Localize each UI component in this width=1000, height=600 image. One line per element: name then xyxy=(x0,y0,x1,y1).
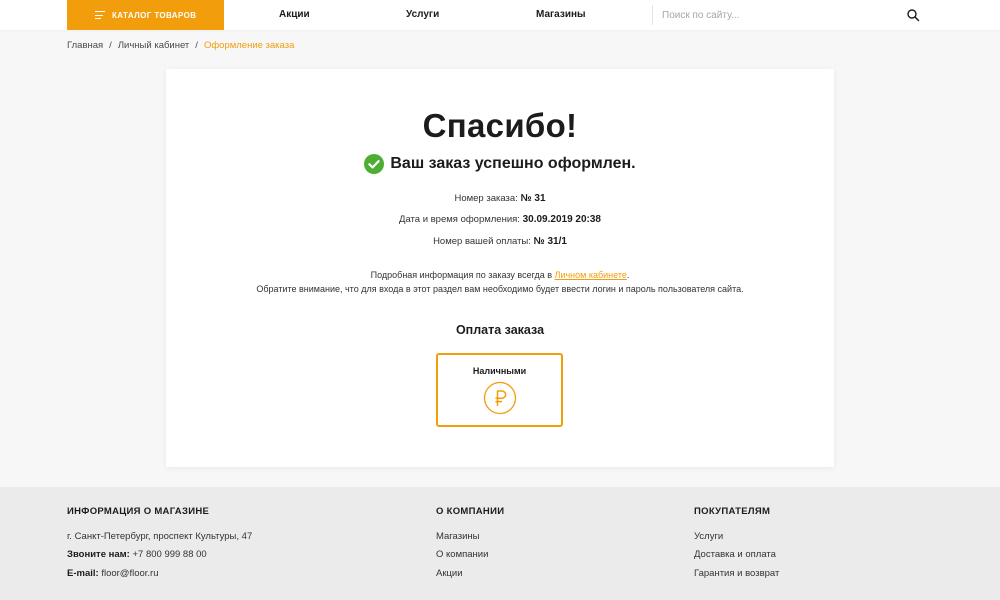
footer-email-value[interactable]: floor@floor.ru xyxy=(101,568,158,579)
footer-company: О КОМПАНИИ Магазины О компании Акции xyxy=(436,506,636,596)
order-number-row: Номер заказа: № 31 xyxy=(166,193,834,204)
order-number-value: № 31 xyxy=(520,193,546,204)
footer-company-title: О КОМПАНИИ xyxy=(436,506,505,517)
footer-email: E-mail: floor@floor.ru xyxy=(67,568,159,579)
breadcrumb-separator: / xyxy=(109,39,112,51)
account-note: Подробная информация по заказу всегда в … xyxy=(166,270,834,280)
footer-link-warranty[interactable]: Гарантия и возврат xyxy=(694,568,779,579)
check-circle-icon xyxy=(364,154,385,174)
footer-store-title: ИНФОРМАЦИЯ О МАГАЗИНЕ xyxy=(67,506,210,517)
breadcrumb-account[interactable]: Личный кабинет xyxy=(118,40,189,51)
breadcrumb-separator: / xyxy=(195,39,198,51)
order-date-value: 30.09.2019 20:38 xyxy=(522,214,601,225)
footer-link-delivery[interactable]: Доставка и оплата xyxy=(694,549,776,560)
footer-store-info: ИНФОРМАЦИЯ О МАГАЗИНЕ г. Санкт-Петербург… xyxy=(67,506,407,596)
catalog-button-label: КАТАЛОГ ТОВАРОВ xyxy=(112,10,197,20)
order-number-label: Номер заказа: xyxy=(454,193,518,204)
site-footer: ИНФОРМАЦИЯ О МАГАЗИНЕ г. Санкт-Петербург… xyxy=(0,487,1000,600)
search-box xyxy=(652,5,933,25)
nav-link-promotions[interactable]: Акции xyxy=(279,0,310,30)
order-date-row: Дата и время оформления: 30.09.2019 20:3… xyxy=(166,214,834,225)
footer-link-stores[interactable]: Магазины xyxy=(436,531,479,542)
footer-phone-value[interactable]: +7 800 999 88 00 xyxy=(132,549,206,560)
catalog-button[interactable]: КАТАЛОГ ТОВАРОВ xyxy=(67,0,224,30)
login-note: Обратите внимание, что для входа в этот … xyxy=(256,284,744,294)
site-header: КАТАЛОГ ТОВАРОВ Акции Услуги Магазины xyxy=(0,0,1000,30)
account-note-suffix: . xyxy=(626,270,630,280)
payment-number-label: Номер вашей оплаты: xyxy=(433,236,531,247)
payment-number-row: Номер вашей оплаты: № 31/1 xyxy=(166,236,834,247)
order-date-label: Дата и время оформления: xyxy=(399,214,520,225)
breadcrumb: Главная / Личный кабинет / Оформление за… xyxy=(67,38,294,52)
order-confirmation-card: Спасибо! Ваш заказ успешно оформлен. Ном… xyxy=(166,69,834,467)
payment-option-cash[interactable]: Наличными xyxy=(436,353,563,427)
success-message: Ваш заказ успешно оформлен. xyxy=(166,154,834,174)
nav-link-services[interactable]: Услуги xyxy=(406,0,439,30)
success-text: Ваш заказ успешно оформлен. xyxy=(390,155,636,172)
footer-link-promotions[interactable]: Акции xyxy=(436,568,463,579)
payment-section-title: Оплата заказа xyxy=(455,323,545,337)
nav-link-stores[interactable]: Магазины xyxy=(536,0,586,30)
search-icon[interactable] xyxy=(906,8,920,22)
payment-option-label: Наличными xyxy=(472,366,527,376)
footer-link-about[interactable]: О компании xyxy=(436,549,488,560)
footer-phone: Звоните нам: +7 800 999 88 00 xyxy=(67,549,207,560)
ruble-icon xyxy=(483,381,517,415)
breadcrumb-home[interactable]: Главная xyxy=(67,40,103,51)
footer-email-label: E-mail: xyxy=(67,568,99,579)
footer-address: г. Санкт-Петербург, проспект Культуры, 4… xyxy=(67,531,253,542)
breadcrumb-current: Оформление заказа xyxy=(203,39,295,51)
footer-link-services[interactable]: Услуги xyxy=(694,531,723,542)
payment-number-value: № 31/1 xyxy=(533,236,567,247)
footer-phone-label: Звоните нам: xyxy=(67,549,130,560)
account-link[interactable]: Личном кабинете xyxy=(555,270,627,280)
page-title: Спасибо! xyxy=(422,107,578,144)
footer-buyers: ПОКУПАТЕЛЯМ Услуги Доставка и оплата Гар… xyxy=(694,506,914,596)
account-note-text: Подробная информация по заказу всегда в xyxy=(370,270,553,280)
footer-buyers-title: ПОКУПАТЕЛЯМ xyxy=(694,506,771,517)
menu-icon xyxy=(95,11,105,19)
search-input[interactable] xyxy=(662,7,892,23)
